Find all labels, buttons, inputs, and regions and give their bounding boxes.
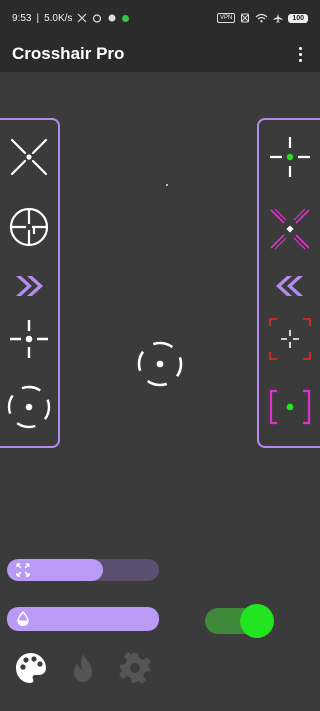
crosshair-option-red-bracket[interactable] — [267, 316, 313, 362]
notification-icon — [108, 14, 116, 22]
magenta-x-icon — [270, 208, 310, 250]
opacity-slider[interactable] — [7, 607, 159, 631]
expand-chevrons-icon — [16, 276, 43, 296]
crosshair-option-expand[interactable] — [6, 263, 52, 309]
crosshair-option-magenta-x[interactable] — [267, 206, 313, 252]
x-cross-icon — [10, 138, 48, 176]
magenta-bracket-green-dot-icon — [269, 389, 311, 425]
gear-icon — [119, 652, 151, 684]
signal-off-icon — [78, 13, 87, 23]
settings-button[interactable] — [118, 651, 152, 685]
status-time: 9:53 — [12, 12, 32, 24]
crosshair-option-circle-dot[interactable] — [6, 384, 52, 430]
crosshair-panel-left — [0, 118, 60, 448]
battery-indicator: 100 — [288, 13, 308, 23]
alarm-icon — [93, 14, 102, 23]
app-bar: Crosshair Pro — [0, 36, 320, 72]
size-slider[interactable] — [7, 559, 159, 581]
plus-gap-dot-icon — [10, 320, 48, 358]
no-sim-icon — [241, 13, 250, 23]
crosshair-option-sniper-scope[interactable] — [6, 204, 52, 250]
flame-icon — [74, 654, 92, 682]
crosshair-option-x-cross[interactable] — [6, 134, 52, 180]
expand-arrows-icon — [16, 563, 30, 577]
airplane-icon — [273, 13, 283, 23]
crosshair-option-plus-gap[interactable] — [6, 316, 52, 362]
overflow-menu-button[interactable] — [292, 42, 308, 66]
toggle-knob — [240, 604, 274, 638]
sniper-scope-icon — [9, 207, 49, 247]
effects-button[interactable] — [66, 651, 100, 685]
opacity-drop-icon — [17, 610, 29, 626]
vpn-badge: VPN — [216, 13, 236, 23]
circle-dot-icon — [7, 385, 51, 429]
status-network-speed: 5.0K/s — [44, 12, 73, 24]
color-palette-button[interactable] — [14, 651, 48, 685]
palette-icon — [16, 653, 46, 683]
collapse-chevrons-icon — [276, 276, 303, 296]
status-divider: | — [36, 12, 40, 24]
crosshair-option-collapse[interactable] — [267, 263, 313, 309]
status-bar: 9:53 | 5.0K/s VPN 100 — [0, 0, 320, 36]
menu-dot-icon — [298, 46, 302, 50]
menu-dot-icon — [298, 58, 302, 62]
status-left: 9:53 | 5.0K/s — [12, 12, 130, 24]
crosshair-visibility-toggle[interactable] — [205, 604, 274, 638]
menu-dot-icon — [298, 52, 302, 56]
background-dot — [166, 184, 168, 186]
app-running-icon — [122, 14, 130, 22]
crosshair-panel-right — [257, 118, 320, 448]
active-crosshair-preview[interactable] — [136, 340, 184, 388]
status-right: VPN 100 — [216, 13, 308, 23]
plus-green-dot-icon — [270, 137, 310, 177]
app-title: Crosshair Pro — [12, 44, 125, 63]
crosshair-option-plus-green-dot[interactable] — [267, 134, 313, 180]
wifi-icon — [255, 13, 268, 23]
red-bracket-cross-icon — [269, 318, 311, 360]
crosshair-option-magenta-bracket[interactable] — [267, 384, 313, 430]
circle-dot-crosshair-icon — [137, 341, 183, 387]
